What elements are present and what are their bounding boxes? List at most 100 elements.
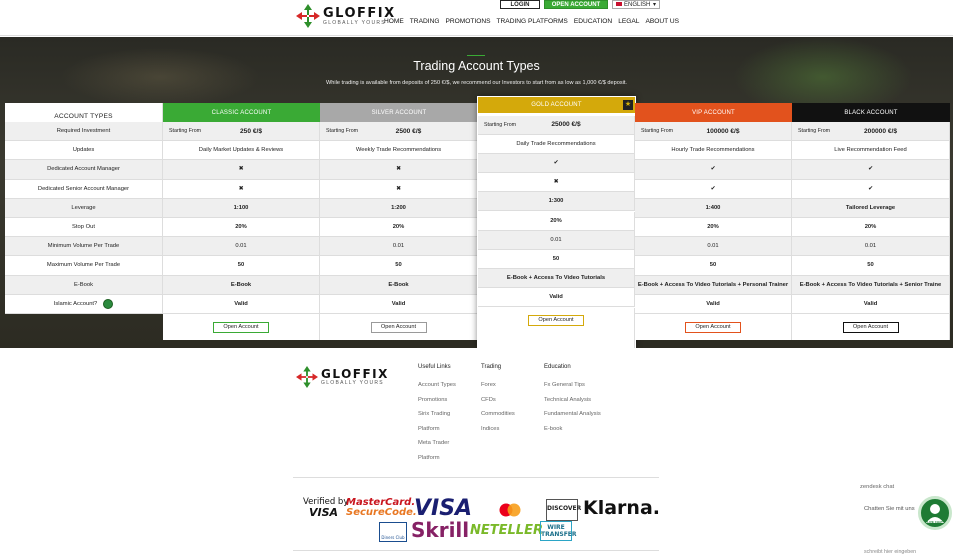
login-button[interactable]: LOGIN [500, 0, 540, 9]
row-label: Required Investment [5, 122, 163, 142]
account-cell-leverage: 1:300 [478, 192, 635, 212]
cell-value: Tailored Leverage [845, 204, 896, 211]
footer-trading-links: Trading Forex CFDs Commodities Indices [481, 364, 515, 440]
investment-block: Starting From 2500 €/$ [320, 128, 477, 135]
row-label: Stop Out [5, 218, 163, 238]
footer-link-platform[interactable]: Platform [418, 426, 456, 432]
verified-visa-text: VISA [309, 505, 339, 519]
footer-link-sirix[interactable]: Sirix Trading [418, 411, 456, 417]
account-cell-account-manager: ✖ [320, 160, 478, 180]
gloffix-logo-icon [296, 366, 318, 388]
cell-value: E-Book + Access To Video Tutorials + Sen… [799, 281, 942, 288]
securecode-text: SecureCode. [346, 507, 417, 518]
page-title: Trading Account Types [413, 59, 540, 73]
account-cell-senior-manager: ✔ [792, 179, 950, 199]
account-cell-stop-out: 20% [478, 211, 635, 231]
chat-input-placeholder[interactable]: schreibt hier eingeben [864, 549, 916, 555]
verified-by-visa-logo: Verified by VISA [303, 498, 348, 518]
row-label-text: Stop Out [72, 224, 95, 231]
account-cell-min-volume: 0.01 [320, 237, 478, 257]
language-selector[interactable]: ENGLISH ▾ [612, 0, 660, 9]
footer-link-ebook[interactable]: E-book [544, 426, 601, 432]
page-subtitle: While trading is available from deposits… [326, 80, 627, 86]
cell-value: Live Recommendation Feed [834, 147, 907, 154]
row-label-text: Islamic Account? [53, 300, 98, 307]
nav-about-us[interactable]: ABOUT US [645, 18, 679, 25]
account-cell-stop-out: 20% [792, 218, 950, 238]
discover-logo: DISCOVER [546, 499, 581, 521]
nav-trading[interactable]: TRADING [410, 18, 440, 25]
account-cell-ebook: E-Book [163, 275, 320, 295]
cell-value: 1:300 [548, 198, 564, 205]
footer-link-cfds[interactable]: CFDs [481, 397, 515, 403]
cell-value: 50 [395, 262, 402, 269]
row-label-text: Required Investment [56, 128, 111, 135]
starting-from-label: Starting From [484, 121, 517, 128]
footer-link-meta-trader[interactable]: Meta Trader [418, 440, 456, 446]
open-account-button[interactable]: Open Account [842, 321, 899, 333]
account-header: VIP ACCOUNT [635, 103, 792, 122]
live-chat-button[interactable]: LIVE CHAT [918, 496, 952, 530]
account-cell-updates: Live Recommendation Feed [792, 141, 950, 161]
cell-value: Valid [863, 300, 878, 307]
account-cell-account-manager: ✖ [163, 160, 320, 180]
footer-link-fundamental[interactable]: Fundamental Analysis [544, 411, 601, 417]
account-cell-ebook: E-Book + Access To Video Tutorials + Sen… [792, 275, 950, 295]
wire-transfer-logo: WIRE TRANSFER [540, 521, 577, 541]
open-account-button[interactable]: Open Account [685, 321, 741, 333]
account-types-header-label: ACCOUNT TYPES [54, 113, 113, 120]
check-icon: ✔ [553, 159, 559, 166]
account-header: BLACK ACCOUNT [792, 103, 950, 122]
nav-education[interactable]: EDUCATION [574, 18, 612, 25]
footer-link-promotions[interactable]: Promotions [418, 397, 456, 403]
account-cell-senior-manager: ✖ [320, 179, 478, 199]
account-cell-updates: Daily Market Updates & Reviews [163, 141, 320, 161]
cell-value: Valid [234, 300, 248, 307]
account-cell-min-volume: 0.01 [478, 230, 635, 250]
footer-link-account-types[interactable]: Account Types [418, 382, 456, 388]
footer-column-title: Trading [481, 364, 502, 370]
account-cell-updates: Hourly Trade Recommendations [635, 141, 792, 161]
open-account-button[interactable]: OPEN ACCOUNT [544, 0, 608, 9]
cross-icon: ✖ [396, 166, 401, 173]
brand-logo[interactable]: GLOFFIX GLOBALLY YOURS [296, 4, 396, 28]
cross-icon: ✖ [238, 185, 244, 192]
nav-legal[interactable]: LEGAL [618, 18, 639, 25]
footer-link-platform-2[interactable]: Platform [418, 455, 456, 461]
cell-value: 1:200 [391, 204, 406, 211]
open-account-button[interactable]: Open Account [528, 314, 584, 326]
investment-value: 200000 €/$ [863, 127, 897, 135]
cell-value: Weekly Trade Recommendations [355, 147, 442, 154]
islamic-crescent-icon [103, 298, 114, 309]
open-account-button[interactable]: Open Account [213, 321, 269, 333]
account-cell-max-volume: 50 [478, 249, 635, 270]
footer-link-commodities[interactable]: Commodities [481, 411, 515, 417]
account-cell-ebook: E-Book [320, 275, 478, 295]
footer-link-fx-tips[interactable]: Fx General Tips [544, 382, 601, 388]
row-label-text: Minimum Volume Per Trade [47, 243, 120, 250]
open-account-button[interactable]: Open Account [370, 321, 427, 333]
account-button-cell: Open Account [635, 314, 792, 340]
klarna-logo: Klarna. [583, 497, 660, 519]
footer-link-forex[interactable]: Forex [481, 382, 515, 388]
row-label-text: Dedicated Account Manager [47, 166, 120, 173]
nav-trading-platforms[interactable]: TRADING PLATFORMS [497, 18, 568, 25]
footer-link-indices[interactable]: Indices [481, 426, 515, 432]
nav-promotions[interactable]: PROMOTIONS [445, 18, 490, 25]
account-header: CLASSIC ACCOUNT [163, 103, 320, 122]
footer-logo[interactable]: GLOFFIX GLOBALLY YOURS [296, 366, 389, 388]
cell-value: Valid [549, 294, 563, 301]
site-footer: GLOFFIX GLOBALLY YOURS Useful Links Acco… [0, 348, 953, 557]
uk-flag-icon [616, 2, 622, 7]
footer-column-title: Education [544, 364, 571, 370]
footer-divider [293, 477, 659, 478]
account-button-cell: Open Account [320, 314, 478, 340]
footer-link-technical[interactable]: Technical Analysis [544, 397, 601, 403]
account-header: SILVER ACCOUNT [320, 103, 478, 122]
account-name: BLACK ACCOUNT [844, 109, 898, 116]
chat-prompt: Chatten Sie mit uns [864, 506, 915, 512]
nav-home[interactable]: HOME [384, 18, 404, 25]
account-cell-max-volume: 50 [792, 256, 950, 276]
row-label-text: Updates [72, 147, 95, 154]
row-label-text: E-Book [73, 281, 93, 288]
